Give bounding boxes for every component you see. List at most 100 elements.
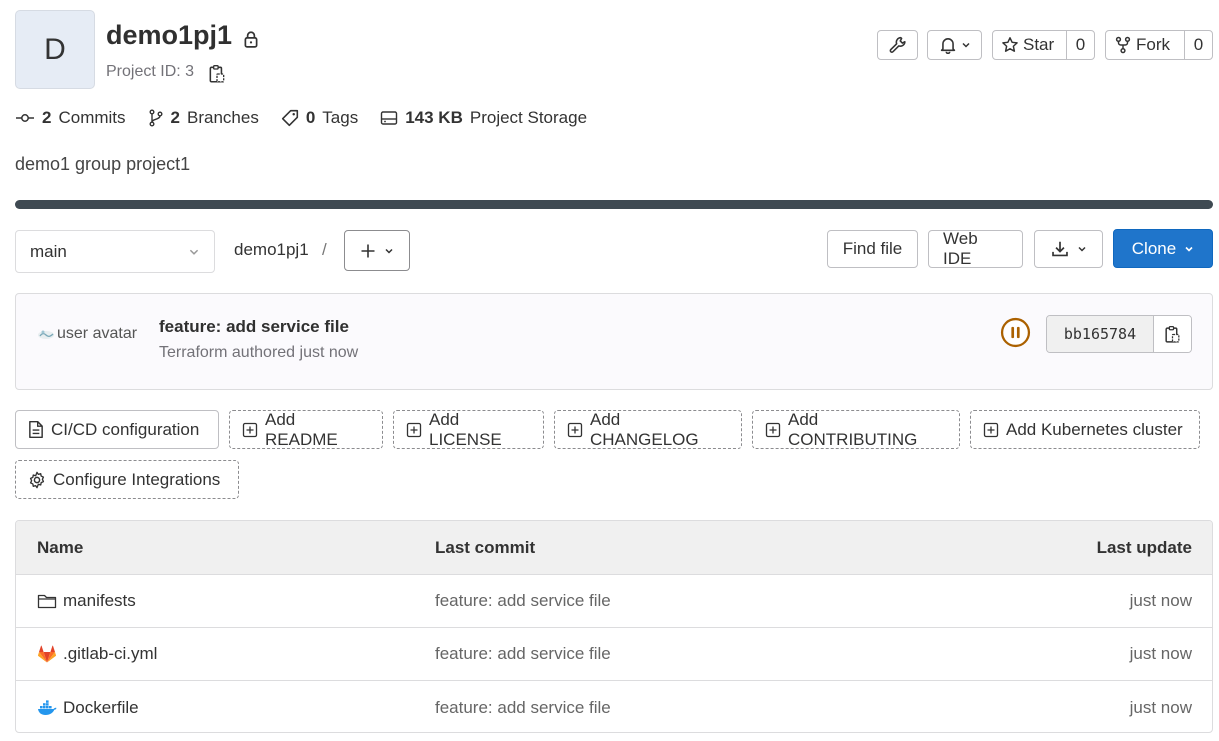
add-kubernetes-cluster-label: Add Kubernetes cluster xyxy=(1006,419,1183,439)
storage-link[interactable]: 143 KB Project Storage xyxy=(380,108,587,128)
branch-icon xyxy=(148,109,164,127)
tags-count: 0 xyxy=(305,108,316,127)
chevron-down-icon xyxy=(1077,244,1087,254)
lock-icon xyxy=(242,30,260,48)
commits-label: Commits xyxy=(58,108,126,127)
storage-icon xyxy=(380,110,398,126)
add-changelog-label: Add CHANGELOG xyxy=(590,409,699,449)
settings-button[interactable] xyxy=(877,30,918,60)
branch-selector-value: main xyxy=(30,241,67,261)
add-to-tree-dropdown[interactable] xyxy=(344,230,410,271)
file-name-cell[interactable]: Dockerfile xyxy=(37,681,139,732)
find-file-button[interactable]: Find file xyxy=(827,230,918,268)
docker-icon xyxy=(37,699,57,716)
project-avatar: D xyxy=(15,10,95,89)
tags-label: Tags xyxy=(322,108,359,127)
file-name-cell[interactable]: manifests xyxy=(37,575,136,627)
notifications-dropdown[interactable] xyxy=(927,30,982,60)
gear-icon xyxy=(28,471,46,489)
branches-label: Branches xyxy=(187,108,259,127)
plus-square-icon xyxy=(983,422,999,438)
tag-icon xyxy=(281,109,299,127)
plus-square-icon xyxy=(567,422,583,438)
file-tree-table: Name Last commit Last update manifests f… xyxy=(15,520,1213,733)
copy-sha-button[interactable] xyxy=(1154,316,1191,352)
copy-project-id-icon[interactable] xyxy=(208,64,226,84)
add-license-button[interactable]: Add LICENSE xyxy=(393,410,544,449)
chevron-down-icon xyxy=(188,246,200,258)
file-icon xyxy=(28,420,44,439)
user-avatar[interactable]: user avatar xyxy=(37,325,137,343)
configure-integrations-button[interactable]: Configure Integrations xyxy=(15,460,239,499)
file-last-commit[interactable]: feature: add service file xyxy=(435,628,611,680)
bell-icon xyxy=(939,36,957,54)
download-icon xyxy=(1051,240,1069,258)
commit-sha-group: bb165784 xyxy=(1046,315,1192,353)
pipeline-paused-icon[interactable] xyxy=(1000,317,1031,348)
download-dropdown[interactable] xyxy=(1034,230,1103,268)
cicd-configuration-button[interactable]: CI/CD configuration xyxy=(15,410,219,449)
fork-button[interactable]: Fork xyxy=(1106,31,1184,59)
branches-count: 2 xyxy=(170,108,180,127)
file-last-commit[interactable]: feature: add service file xyxy=(435,681,611,732)
breadcrumb-project[interactable]: demo1pj1 xyxy=(234,240,309,260)
project-description: demo1 group project1 xyxy=(15,154,191,174)
clone-button[interactable]: Clone xyxy=(1113,229,1213,268)
broken-image-icon xyxy=(37,327,55,341)
file-name[interactable]: .gitlab-ci.yml xyxy=(63,644,157,664)
configure-integrations-label: Configure Integrations xyxy=(53,469,221,489)
add-changelog-button[interactable]: Add CHANGELOG xyxy=(554,410,742,449)
column-header-last-update: Last update xyxy=(1096,537,1192,557)
plus-square-icon xyxy=(406,422,422,438)
breadcrumb-separator: / xyxy=(322,240,327,259)
project-id: Project ID: 3 xyxy=(106,63,195,80)
column-header-last-commit: Last commit xyxy=(435,537,536,557)
commit-sha[interactable]: bb165784 xyxy=(1047,316,1154,352)
project-avatar-letter: D xyxy=(44,32,66,66)
project-stats: 2 Commits 2 Branches 0 Tags 143 KB Proje… xyxy=(15,108,587,128)
branches-link[interactable]: 2 Branches xyxy=(148,108,259,128)
file-table-header: Name Last commit Last update xyxy=(16,521,1212,575)
chevron-down-icon xyxy=(1184,244,1194,254)
file-name[interactable]: Dockerfile xyxy=(63,698,139,718)
fork-icon xyxy=(1114,36,1132,54)
tags-link[interactable]: 0 Tags xyxy=(281,108,358,128)
file-last-update: just now xyxy=(1129,644,1192,663)
project-title[interactable]: demo1pj1 xyxy=(106,20,232,51)
table-row[interactable]: .gitlab-ci.yml feature: add service file… xyxy=(16,628,1212,681)
plus-square-icon xyxy=(242,422,258,438)
web-ide-button[interactable]: Web IDE xyxy=(928,229,1023,268)
cicd-configuration-label: CI/CD configuration xyxy=(51,419,200,439)
star-button[interactable]: Star xyxy=(993,31,1066,59)
star-count[interactable]: 0 xyxy=(1066,31,1094,59)
commits-link[interactable]: 2 Commits xyxy=(15,108,126,128)
copy-icon xyxy=(1164,325,1181,344)
table-row[interactable]: Dockerfile feature: add service file jus… xyxy=(16,681,1212,732)
user-avatar-alt: user avatar xyxy=(57,325,138,342)
add-license-label: Add LICENSE xyxy=(429,409,502,449)
table-row[interactable]: manifests feature: add service file just… xyxy=(16,575,1212,628)
fork-count[interactable]: 0 xyxy=(1184,31,1212,59)
add-contributing-button[interactable]: Add CONTRIBUTING xyxy=(752,410,960,449)
file-last-commit[interactable]: feature: add service file xyxy=(435,575,611,627)
last-commit-panel xyxy=(15,293,1213,390)
commit-title[interactable]: feature: add service file xyxy=(159,317,349,337)
add-kubernetes-cluster-button[interactable]: Add Kubernetes cluster xyxy=(970,410,1200,449)
commits-count: 2 xyxy=(42,108,52,127)
commit-meta: Terraform authored just now xyxy=(159,344,359,361)
gitlab-icon xyxy=(37,644,57,664)
file-last-update: just now xyxy=(1129,697,1192,717)
file-name-cell[interactable]: .gitlab-ci.yml xyxy=(37,628,157,680)
chevron-down-icon xyxy=(961,40,971,50)
storage-label: Project Storage xyxy=(469,108,588,127)
plus-square-icon xyxy=(765,422,781,438)
branch-selector[interactable]: main xyxy=(15,230,215,273)
commit-icon xyxy=(15,111,35,125)
language-bar xyxy=(15,200,1213,209)
add-contributing-label: Add CONTRIBUTING xyxy=(788,409,918,449)
star-button-group[interactable]: Star 0 xyxy=(992,30,1095,60)
folder-icon xyxy=(37,593,57,609)
fork-button-group[interactable]: Fork 0 xyxy=(1105,30,1213,60)
add-readme-button[interactable]: Add README xyxy=(229,410,383,449)
file-name[interactable]: manifests xyxy=(63,591,136,611)
